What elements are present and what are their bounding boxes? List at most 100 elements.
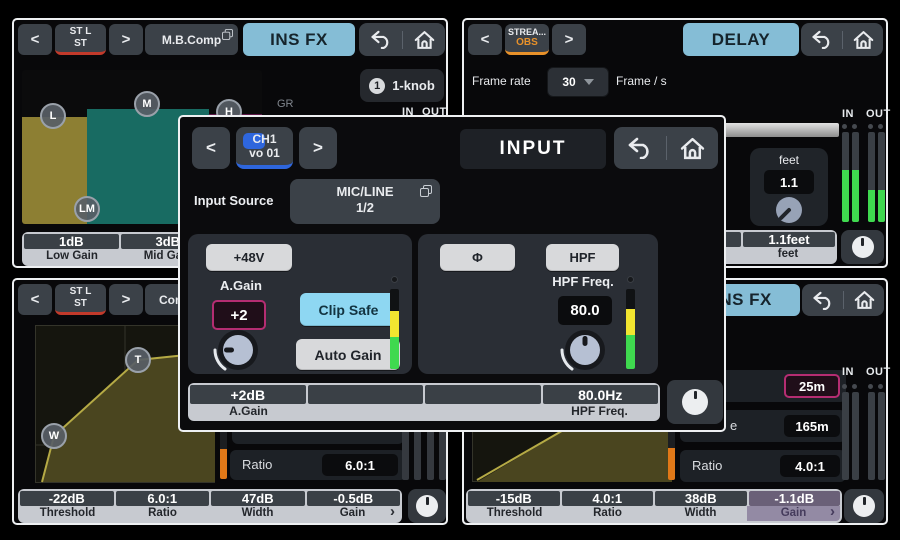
channel-sub: ST	[74, 38, 87, 50]
channel-select-button[interactable]: ST L ST	[55, 24, 106, 55]
copy-icon	[222, 29, 233, 40]
home-icon[interactable]	[414, 30, 435, 50]
release-value[interactable]: 165m	[784, 415, 840, 437]
clip-dot	[391, 276, 398, 283]
knob-mode-button[interactable]	[844, 489, 884, 523]
next-channel-button[interactable]: >	[299, 127, 337, 169]
auto-gain-button[interactable]: Auto Gain	[296, 339, 400, 370]
home-icon[interactable]	[853, 30, 874, 50]
channel-select-button[interactable]: CH1 vo 01	[236, 127, 293, 169]
feet-knob[interactable]	[772, 193, 806, 227]
copy-icon	[420, 185, 432, 197]
channel-sub: vo 01	[249, 146, 280, 160]
undo-icon[interactable]	[812, 291, 834, 310]
out-clip-dot	[878, 124, 883, 129]
band-handle-lowmid[interactable]: LM	[74, 196, 100, 222]
knob-icon	[852, 236, 874, 258]
input-modal: < CH1 vo 01 > INPUT Input Source MIC/LIN…	[178, 115, 726, 432]
prev-channel-button[interactable]: <	[18, 24, 52, 55]
param-label-lowgain: Low Gain	[24, 249, 120, 264]
channel-name: STREA...	[508, 27, 546, 38]
divider	[402, 31, 403, 49]
in-meter	[852, 392, 859, 480]
ratio-value[interactable]: 6.0:1	[322, 454, 398, 476]
channel-name: ST L	[70, 26, 92, 38]
param-cell-feet[interactable]: 1.1feet	[743, 232, 835, 247]
clip-dot	[627, 276, 634, 283]
out-meter	[878, 132, 885, 222]
phase-button[interactable]: Φ	[440, 244, 515, 271]
more-params-chevron-icon[interactable]: ›	[390, 504, 395, 519]
in-clip-dot	[842, 124, 847, 129]
home-icon[interactable]	[854, 290, 875, 310]
param-cell-3[interactable]	[425, 385, 541, 404]
param-cell-width[interactable]: 47dB	[211, 491, 305, 506]
band-handle-low[interactable]: L	[40, 103, 66, 129]
one-knob-button[interactable]: 1 1-knob	[360, 69, 444, 102]
knob-mode-button[interactable]	[667, 380, 723, 424]
undo-icon[interactable]	[370, 30, 392, 49]
next-channel-button[interactable]: >	[109, 284, 143, 315]
param-label-again: A.Gain	[190, 404, 307, 419]
screen-title: INS FX	[243, 23, 355, 56]
in-clip-dot	[852, 384, 857, 389]
param-label-gain-selected: Gain ›	[747, 506, 840, 521]
preset-button[interactable]: M.B.Comp	[145, 24, 238, 55]
input-source-button[interactable]: MIC/LINE 1/2	[290, 179, 440, 224]
channel-sub: ST	[74, 298, 87, 310]
knob-mode-button[interactable]	[408, 489, 446, 523]
next-channel-button[interactable]: >	[109, 24, 143, 55]
param-cell-width[interactable]: 38dB	[655, 491, 747, 506]
threshold-handle[interactable]: T	[125, 347, 151, 373]
home-icon[interactable]	[680, 137, 705, 160]
param-cell-threshold[interactable]: -15dB	[468, 491, 560, 506]
frame-rate-dropdown[interactable]: 30	[547, 67, 609, 97]
attack-value[interactable]: 25m	[784, 374, 840, 398]
in-clip-dot	[852, 124, 857, 129]
again-knob[interactable]	[212, 324, 264, 376]
phantom-48v-button[interactable]: +48V	[206, 244, 292, 271]
ratio-label: Ratio	[242, 457, 272, 472]
hpf-freq-value[interactable]: 80.0	[558, 296, 612, 325]
nav-group	[802, 284, 884, 316]
prev-channel-button[interactable]: <	[192, 127, 230, 169]
param-cell-again[interactable]: +2dB	[190, 385, 306, 404]
param-cell-threshold[interactable]: -22dB	[20, 491, 114, 506]
hpf-meter	[626, 289, 635, 369]
prev-channel-button[interactable]: <	[468, 24, 502, 55]
divider	[842, 31, 843, 49]
nav-group	[614, 127, 718, 169]
ratio-box: Ratio 4.0:1	[680, 450, 846, 482]
param-cell-ratio[interactable]: 6.0:1	[116, 491, 210, 506]
knob-icon	[416, 495, 438, 517]
prev-channel-button[interactable]: <	[18, 284, 52, 315]
gain-label: Gain	[781, 507, 807, 519]
param-footer: -22dB 6.0:1 47dB -0.5dB Threshold Ratio …	[18, 489, 402, 523]
in-meter	[842, 132, 849, 222]
param-cell-gain[interactable]: -0.5dB	[307, 491, 401, 506]
channel-name: ST L	[70, 286, 92, 298]
feet-value[interactable]: 1.1	[764, 170, 814, 194]
param-cell-gain-selected[interactable]: -1.1dB	[749, 491, 841, 506]
width-handle[interactable]: W	[41, 423, 67, 449]
ratio-label: Ratio	[692, 458, 722, 473]
param-cell-hpffreq[interactable]: 80.0Hz	[543, 385, 659, 404]
more-params-chevron-icon[interactable]: ›	[830, 504, 835, 519]
channel-select-button[interactable]: ST L ST	[55, 284, 106, 315]
band-handle-mid[interactable]: M	[134, 91, 160, 117]
next-channel-button[interactable]: >	[552, 24, 586, 55]
hpf-freq-knob[interactable]	[559, 324, 611, 376]
hpf-freq-label: HPF Freq.	[543, 274, 623, 289]
undo-icon[interactable]	[811, 30, 833, 49]
clip-safe-button[interactable]: Clip Safe	[300, 293, 397, 326]
undo-icon[interactable]	[627, 137, 653, 159]
out-meter-label: OUT	[866, 108, 891, 120]
param-cell-ratio[interactable]: 4.0:1	[562, 491, 654, 506]
hpf-button[interactable]: HPF	[546, 244, 619, 271]
ratio-value[interactable]: 4.0:1	[780, 455, 840, 477]
channel-select-button[interactable]: STREA... OBS	[505, 24, 549, 55]
param-cell-2[interactable]	[308, 385, 424, 404]
knob-mode-button[interactable]	[841, 230, 884, 264]
again-label: A.Gain	[206, 278, 276, 293]
param-cell-lowgain[interactable]: 1dB	[24, 234, 119, 249]
